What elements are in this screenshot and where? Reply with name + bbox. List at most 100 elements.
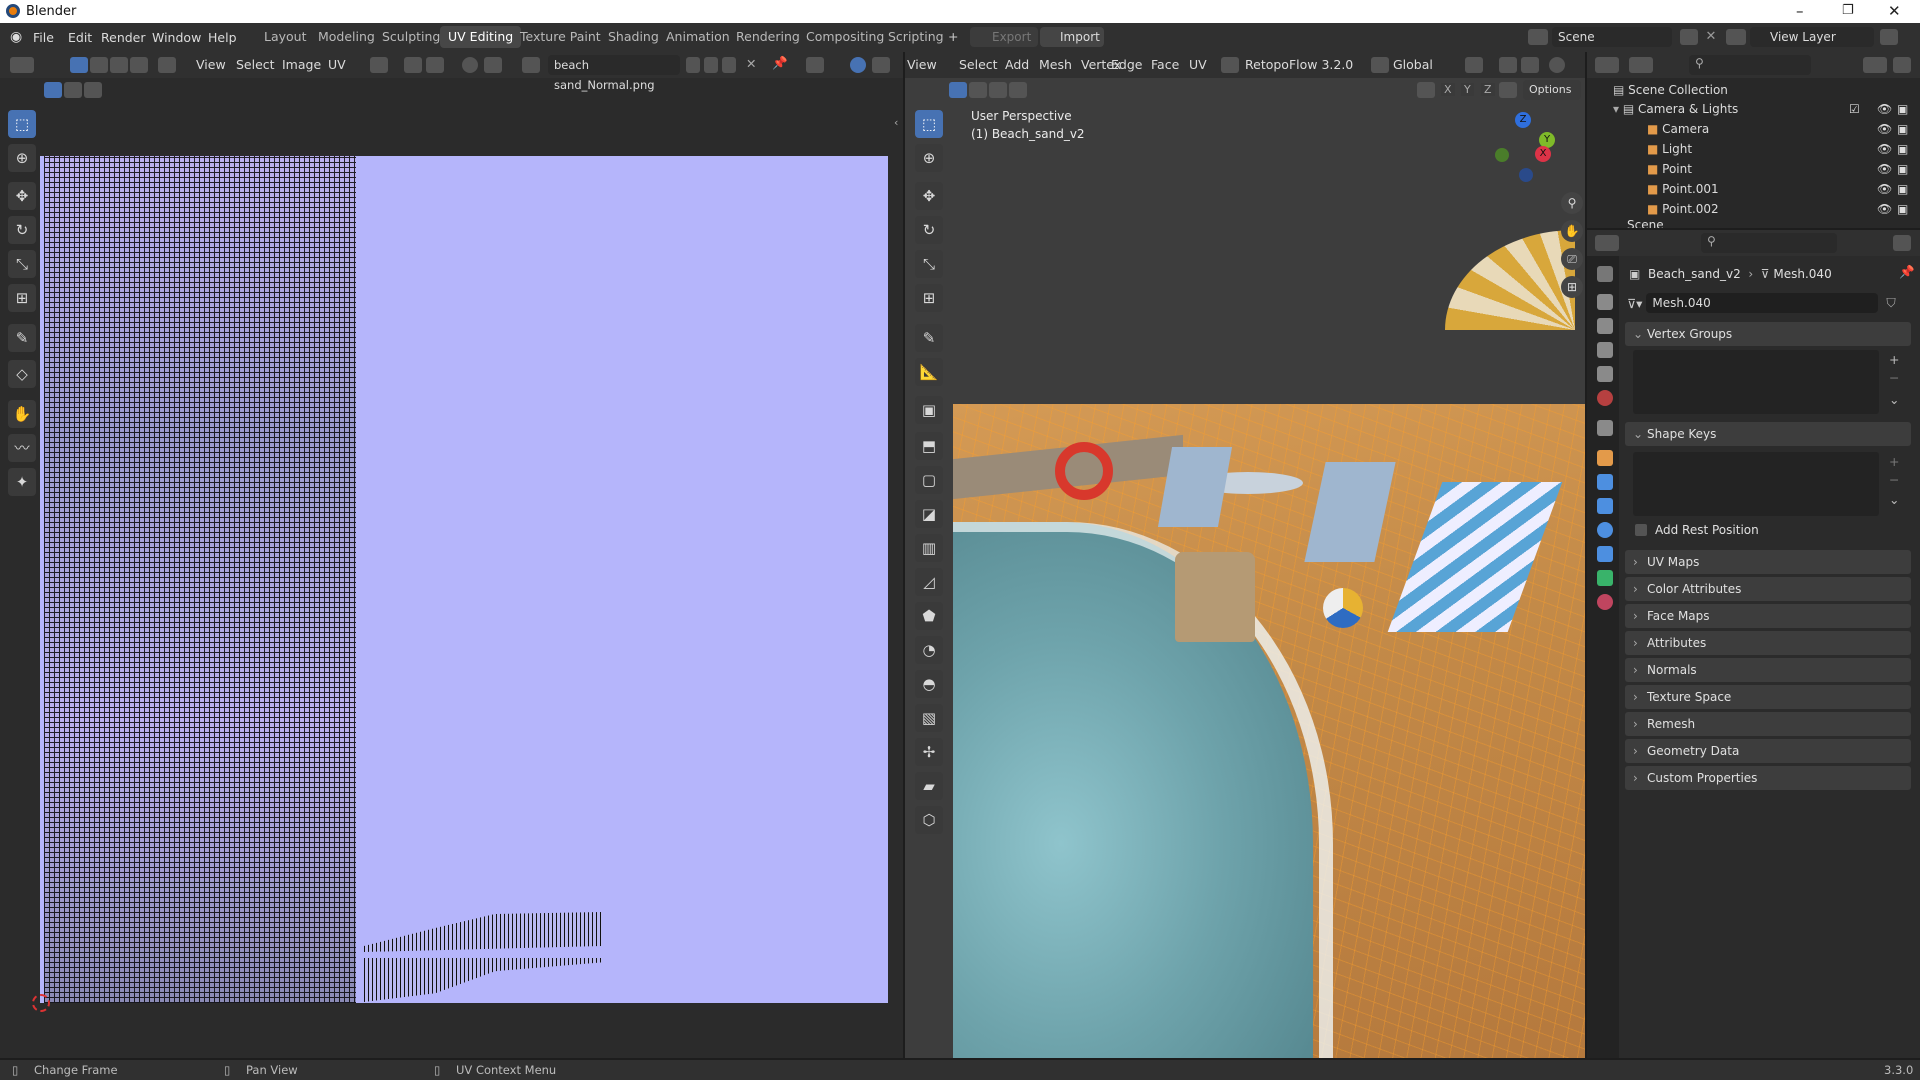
mirror-icon[interactable]: [1417, 82, 1435, 98]
perspective-toggle-icon[interactable]: ⊞: [1561, 276, 1583, 298]
cursor-tool[interactable]: ⊕: [8, 144, 36, 172]
axis-y-toggle[interactable]: Y: [1461, 83, 1474, 96]
select-subtract-icon[interactable]: [84, 82, 102, 98]
outliner-row-camera[interactable]: ■ Camera 👁 ▣: [1587, 119, 1908, 139]
pan-icon[interactable]: ✋: [1561, 220, 1583, 242]
select-extend-icon[interactable]: [64, 82, 82, 98]
gizmo-neg-y-icon[interactable]: [1495, 148, 1509, 162]
object-tab-icon[interactable]: [1597, 450, 1613, 466]
uv-menu-uv[interactable]: UV: [328, 57, 346, 72]
restore-icon[interactable]: ❐: [1842, 3, 1854, 18]
pivot-icon[interactable]: [370, 57, 388, 73]
vp-scale-tool[interactable]: ⤡: [915, 250, 943, 278]
add-rest-position-row[interactable]: Add Rest Position: [1635, 520, 1759, 540]
uv-menu-view[interactable]: View: [196, 57, 226, 72]
3d-viewport[interactable]: View Select Add Mesh Vertex Edge Edge Fa…: [905, 52, 1585, 1058]
transform-tool[interactable]: ⊞: [8, 284, 36, 312]
fake-user-shield-icon[interactable]: ⛉: [1886, 295, 1895, 311]
display-mode-icon[interactable]: [1629, 57, 1653, 73]
modifiers-tab-icon[interactable]: [1597, 474, 1613, 490]
pin-icon[interactable]: 📌: [772, 55, 788, 71]
vp-transform-tool[interactable]: ⊞: [915, 284, 943, 312]
data-tab-icon[interactable]: [1597, 570, 1613, 586]
collapse-arrow-icon[interactable]: ▾: [1613, 102, 1623, 116]
zoom-icon[interactable]: ⚲: [1561, 192, 1583, 214]
panel-uv-maps[interactable]: › UV Maps: [1625, 550, 1911, 574]
panel-shape-keys[interactable]: ⌄ Shape Keys: [1625, 422, 1911, 446]
material-tab-icon[interactable]: [1597, 594, 1613, 610]
open-image-icon[interactable]: [722, 57, 736, 73]
blender-menu-icon[interactable]: ◉: [10, 29, 22, 45]
tab-modeling[interactable]: Modeling: [310, 26, 383, 48]
sticky-select-icon[interactable]: [158, 57, 176, 73]
tab-animation[interactable]: Animation: [658, 26, 738, 48]
axis-x-toggle[interactable]: X: [1441, 83, 1455, 96]
vp-spin-tool[interactable]: ◔: [915, 636, 943, 664]
close-icon[interactable]: ✕: [1888, 2, 1901, 20]
outliner-row-light[interactable]: ■ Light 👁 ▣: [1587, 139, 1908, 159]
vp-rotate-tool[interactable]: ↻: [915, 216, 943, 244]
vp-loop-cut-tool[interactable]: ▥: [915, 534, 943, 562]
render-camera-icon[interactable]: ▣: [1897, 199, 1908, 219]
vp-move-tool[interactable]: ✥: [915, 182, 943, 210]
vp-smooth-tool[interactable]: ◓: [915, 670, 943, 698]
mesh-browse-icon[interactable]: ⊽▾: [1627, 296, 1646, 311]
uv-menu-select[interactable]: Select: [236, 57, 275, 72]
options-dropdown[interactable]: Options: [1523, 80, 1581, 100]
scale-tool[interactable]: ⤡: [8, 250, 36, 278]
2d-cursor-icon[interactable]: [32, 994, 50, 1012]
new-image-icon[interactable]: [704, 57, 718, 73]
viewport-proportional-icon[interactable]: [1549, 57, 1565, 73]
menu-edit[interactable]: Edit: [68, 30, 92, 45]
view-layer-field[interactable]: View Layer: [1750, 27, 1874, 47]
outliner-row-scene-collection[interactable]: ▤ Scene Collection: [1587, 80, 1859, 100]
panel-color-attributes[interactable]: › Color Attributes: [1625, 577, 1911, 601]
tab-texture-paint[interactable]: Texture Paint: [512, 26, 609, 48]
gizmo-x-icon[interactable]: X: [1535, 146, 1551, 162]
viewport-menu-view[interactable]: View: [907, 57, 937, 72]
new-view-layer-icon[interactable]: [1880, 29, 1898, 45]
outliner-row-camera-lights[interactable]: ▾ ▤ Camera & Lights ☑ 👁 ▣: [1587, 99, 1908, 119]
uv-select-mode-2-icon[interactable]: [90, 57, 108, 73]
panel-attributes[interactable]: › Attributes: [1625, 631, 1911, 655]
gizmo-neg-z-icon[interactable]: [1519, 168, 1533, 182]
vp-shrink-tool[interactable]: ✢: [915, 738, 943, 766]
collection-tab-icon[interactable]: [1597, 420, 1613, 436]
export-button[interactable]: Export: [970, 27, 1038, 47]
visibility-eye-icon[interactable]: 👁: [1877, 179, 1892, 199]
vp-shear-tool[interactable]: ▰: [915, 772, 943, 800]
face-select-mode-icon[interactable]: [989, 82, 1007, 98]
viewport-menu-add[interactable]: Add: [1005, 57, 1029, 72]
constraints-tab-icon[interactable]: [1597, 546, 1613, 562]
snap-target-icon[interactable]: [426, 57, 444, 73]
vp-annotate-tool[interactable]: ✎: [915, 324, 943, 352]
scene-tab-icon[interactable]: [1597, 366, 1613, 382]
vp-edge-slide-tool[interactable]: ▧: [915, 704, 943, 732]
vp-select-box-tool[interactable]: ⬚: [915, 110, 943, 138]
view-layer-tab-icon[interactable]: [1597, 342, 1613, 358]
tab-sculpting[interactable]: Sculpting: [374, 26, 448, 48]
uv-menu-image[interactable]: Image: [282, 57, 321, 72]
edge-select-mode-icon[interactable]: [969, 82, 987, 98]
tab-uv-editing[interactable]: UV Editing: [440, 26, 522, 48]
pin-id-icon[interactable]: 📌: [1899, 264, 1915, 280]
viewport-menu-mesh[interactable]: Mesh: [1039, 57, 1072, 72]
viewport-menu-face[interactable]: Face: [1151, 57, 1179, 72]
physics-tab-icon[interactable]: [1597, 522, 1613, 538]
menu-render[interactable]: Render: [101, 30, 146, 45]
filter-icon[interactable]: [1863, 57, 1887, 73]
unlink-image-icon[interactable]: ✕: [746, 56, 756, 71]
collection-checkbox-icon[interactable]: ☑: [1849, 99, 1860, 119]
scene-name-field[interactable]: Scene: [1552, 27, 1672, 47]
pivot-point-icon[interactable]: [1465, 57, 1483, 73]
image-name-field[interactable]: beach sand_Normal.png: [548, 55, 680, 92]
sidebar-toggle-icon[interactable]: ‹: [894, 116, 898, 129]
image-browse-icon[interactable]: [522, 57, 540, 73]
axis-z-toggle[interactable]: Z: [1481, 83, 1495, 96]
vertex-group-specials-icon[interactable]: ⌄: [1889, 392, 1899, 407]
outliner-row-point[interactable]: ■ Point 👁 ▣: [1587, 159, 1908, 179]
camera-view-icon[interactable]: ⎚: [1561, 248, 1583, 270]
shape-keys-list[interactable]: [1633, 452, 1879, 516]
outliner-search-input[interactable]: [1689, 55, 1811, 75]
select-extend-mode-icon[interactable]: [1009, 82, 1027, 98]
